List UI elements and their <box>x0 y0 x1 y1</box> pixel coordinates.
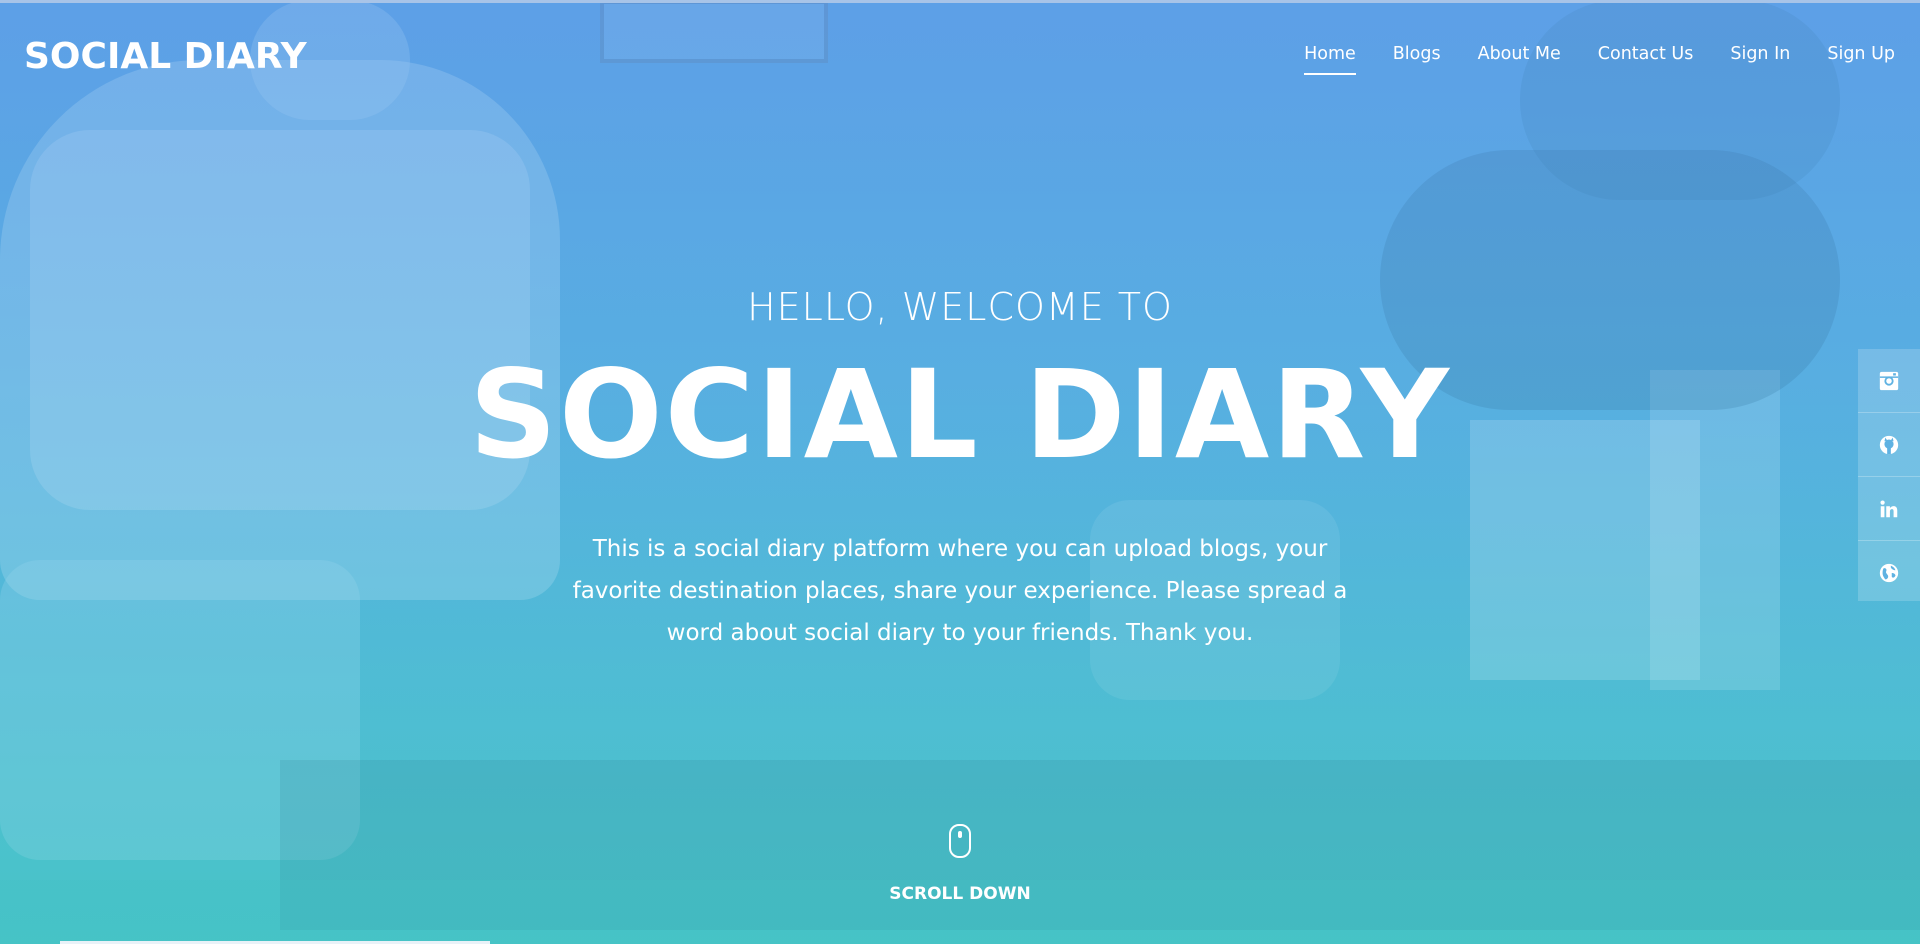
scroll-down-button[interactable]: SCROLL DOWN <box>0 824 1920 904</box>
social-sidebar <box>1858 349 1920 601</box>
nav-item-contact-us[interactable]: Contact Us <box>1598 44 1694 75</box>
nav-item-home[interactable]: Home <box>1304 44 1356 75</box>
linkedin-link[interactable] <box>1858 477 1920 541</box>
navbar: SOCIAL DIARY Home Blogs About Me Contact… <box>0 0 1920 110</box>
globe-icon <box>1879 563 1899 582</box>
scroll-down-label: SCROLL DOWN <box>889 884 1031 904</box>
github-icon <box>1879 435 1899 454</box>
github-link[interactable] <box>1858 413 1920 477</box>
mouse-icon <box>949 824 971 858</box>
brand-logo[interactable]: SOCIAL DIARY <box>24 36 307 77</box>
welcome-text: HELLO, WELCOME TO <box>747 285 1173 329</box>
website-link[interactable] <box>1858 541 1920 604</box>
instagram-link[interactable] <box>1858 349 1920 413</box>
hero-section: SOCIAL DIARY Home Blogs About Me Contact… <box>0 0 1920 944</box>
linkedin-icon <box>1880 499 1898 517</box>
nav-item-sign-in[interactable]: Sign In <box>1730 44 1790 75</box>
nav-item-sign-up[interactable]: Sign Up <box>1827 44 1895 75</box>
nav-item-about-me[interactable]: About Me <box>1478 44 1561 75</box>
nav-links: Home Blogs About Me Contact Us Sign In S… <box>1267 44 1895 75</box>
nav-item-blogs[interactable]: Blogs <box>1393 44 1441 75</box>
instagram-icon <box>1879 371 1899 390</box>
hero-description: This is a social diary platform where yo… <box>572 536 1348 646</box>
hero-title: SOCIAL DIARY <box>469 344 1451 486</box>
